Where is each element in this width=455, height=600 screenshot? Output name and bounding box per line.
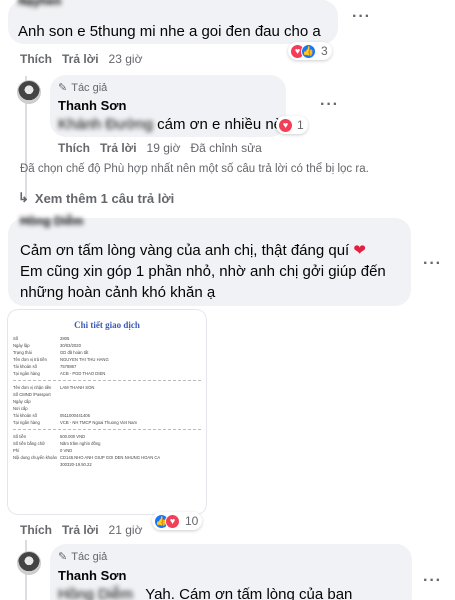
divider (13, 380, 201, 381)
reaction-count: 10 (185, 514, 199, 528)
reaction-summary[interactable]: 👍 ♥ 10 (152, 512, 203, 530)
reply-bubble: ✎ Tác giả Thanh Sơn Hồng Diễm Yah. Cám ơ… (50, 544, 412, 600)
comment-actions: Thích Trả lời 23 giờ (20, 52, 142, 66)
heart-reaction-icon: ♥ (165, 513, 180, 529)
like-link[interactable]: Thích (20, 523, 52, 537)
reaction-summary[interactable]: ♥ 👍 3 (288, 42, 332, 60)
comment-bubble: Nạyhen Anh son e 5thung mi nhe a goi đen… (8, 0, 338, 44)
reply-author[interactable]: Thanh Sơn (58, 98, 126, 113)
like-reaction-icon: 👍 (301, 43, 316, 59)
comment-text-line: những hoàn cảnh khó khăn ạ (20, 284, 216, 301)
timestamp[interactable]: 23 giờ (109, 52, 143, 66)
comment-bubble: Hồng Diễm Cảm ơn tấm lòng vàng của anh c… (8, 214, 411, 306)
comment-text: Anh son e 5thung mi nhe a goi đen đau ch… (18, 23, 321, 40)
heart-reaction-icon: ♥ (278, 117, 293, 133)
reaction-count: 3 (321, 44, 328, 58)
reply-actions: Thích Trả lời 19 giờ Đã chỉnh sửa (58, 141, 262, 155)
more-options-button[interactable]: ··· (320, 96, 339, 114)
reply-text-line: Hồng Diễm Yah. Cám ơn tấm lòng của bạn (58, 584, 352, 600)
avatar[interactable] (17, 551, 41, 575)
pen-icon: ✎ (58, 82, 68, 94)
receipt-section-payer: Số 2805 Ngày lập 30/03/2020 Trạng thái GD đ… (13, 336, 109, 376)
pen-icon: ✎ (58, 551, 68, 563)
like-link[interactable]: Thích (20, 52, 52, 66)
comment-author[interactable]: Hồng Diễm (20, 214, 83, 228)
more-options-button[interactable]: ··· (352, 8, 371, 26)
comment-text-line: Em cũng xin góp 1 phần nhỏ, nhờ anh chị … (20, 263, 386, 280)
reply-link[interactable]: Trả lời (62, 52, 99, 66)
comment-author[interactable]: Nạyhen (18, 0, 61, 8)
like-link[interactable]: Thích (58, 141, 90, 155)
filter-notice: Đã chọn chế độ Phù hợp nhất nên một số c… (20, 163, 369, 175)
mention-link[interactable]: Khánh Đường (58, 116, 153, 133)
receipt-title: Chi tiết giao dịch (74, 320, 140, 330)
reaction-count: 1 (297, 118, 304, 132)
divider (13, 429, 201, 430)
comment-actions: Thích Trả lời 21 giờ (20, 523, 142, 537)
timestamp[interactable]: 19 giờ (147, 141, 181, 155)
reply-link[interactable]: Trả lời (100, 141, 137, 155)
author-badge: ✎ Tác giả (58, 81, 108, 95)
receipt-section-amount: Số tiền 500.000 VND Số tiền bằng chữ Năm t… (13, 434, 161, 467)
receipt-section-payee: Tên đơn vị nhận tiền LAM THANH SON Số CMN… (13, 385, 137, 425)
reply-link[interactable]: Trả lời (62, 523, 99, 537)
reply-arrow-icon: ↳ (18, 190, 29, 205)
edited-label[interactable]: Đã chỉnh sửa (190, 141, 261, 155)
timestamp[interactable]: 21 giờ (109, 523, 143, 537)
reaction-summary[interactable]: ♥ 1 (276, 116, 308, 134)
more-options-button[interactable]: ··· (423, 572, 442, 590)
red-heart-emoji: ❤ (353, 242, 366, 259)
comment-text-line: Cảm ơn tấm lòng vàng của anh chị, thật đ… (20, 242, 366, 259)
mention-link[interactable]: Hồng Diễm (58, 586, 133, 600)
author-badge: ✎ Tác giả (58, 550, 108, 564)
reply-text-line: Khánh Đường cám ơn e nhiều nè (58, 116, 283, 133)
attached-receipt-image[interactable]: Chi tiết giao dịch Số 2805 Ngày lập 30/03/… (8, 310, 206, 514)
reply-author[interactable]: Thanh Sơn (58, 568, 126, 583)
view-more-replies[interactable]: ↳ Xem thêm 1 câu trả lời (18, 190, 174, 206)
more-options-button[interactable]: ··· (423, 255, 442, 273)
reply-bubble: ✎ Tác giả Thanh Sơn Khánh Đường cám ơn e… (50, 75, 286, 137)
avatar[interactable] (17, 80, 41, 104)
